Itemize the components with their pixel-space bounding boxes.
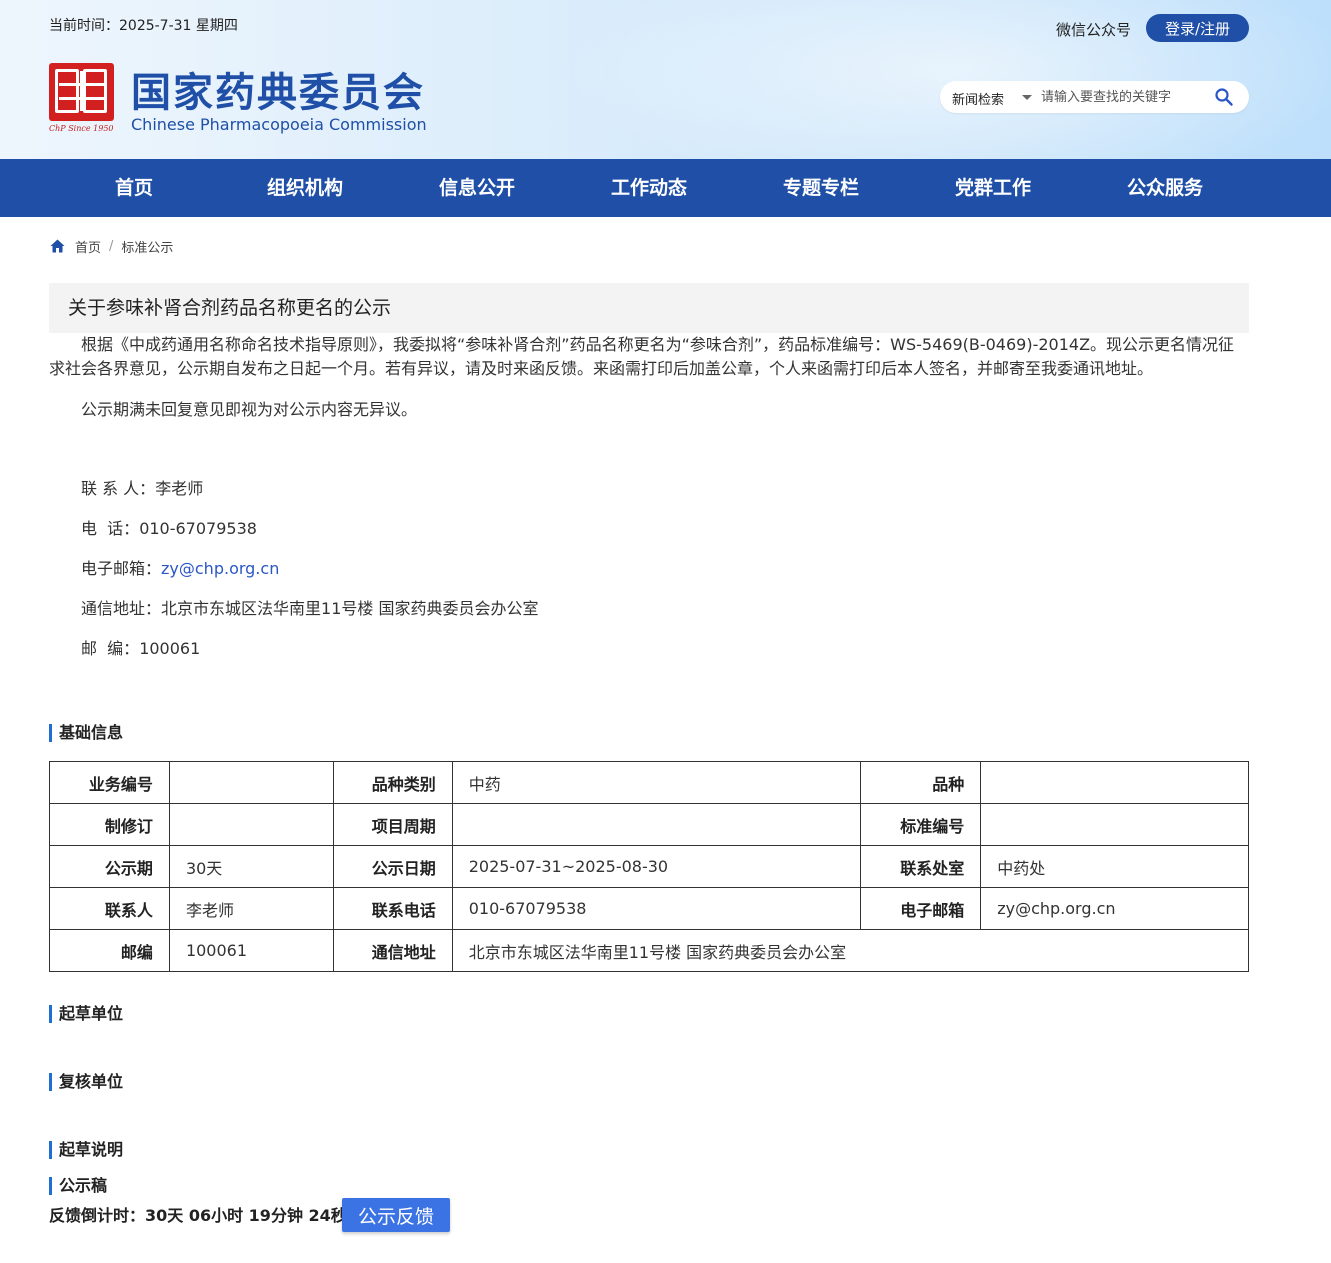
table-value: 010-67079538	[451, 887, 862, 930]
table-value: 100061	[168, 929, 334, 972]
search-input[interactable]	[1041, 88, 1201, 106]
table-label: 制修订	[49, 803, 170, 846]
contact-phone-value: 010-67079538	[139, 519, 257, 538]
table-value: 中药处	[980, 845, 1249, 888]
table-label: 联系电话	[332, 887, 453, 930]
nav-item-information[interactable]: 信息公开	[439, 159, 515, 217]
public-feedback-button[interactable]: 公示反馈	[342, 1198, 450, 1232]
contact-person-line: 联 系 人：李老师	[81, 477, 203, 501]
table-label: 品种类别	[332, 761, 453, 804]
section-review-unit: 复核单位	[49, 1073, 123, 1091]
article-paragraph: 根据《中成药通用名称命名技术指导原则》，我委拟将“参味补肾合剂”药品名称更名为“…	[49, 335, 1235, 378]
table-row: 业务编号 品种类别 中药 品种	[49, 761, 1249, 804]
table-row: 邮编 100061 通信地址 北京市东城区法华南里11号楼 国家药典委员会办公室	[49, 929, 1250, 972]
table-value	[168, 761, 334, 804]
logo-title[interactable]: 国家药典委员会	[131, 60, 425, 118]
contact-phone-line: 电 话：010-67079538	[81, 517, 257, 541]
table-value: 2025-07-31~2025-08-30	[451, 845, 862, 888]
page-title: 关于参味补肾合剂药品名称更名的公示	[49, 283, 1249, 333]
table-label: 标准编号	[860, 803, 982, 846]
article-paragraph: 公示期满未回复意见即视为对公示内容无异议。	[81, 400, 418, 419]
nav-item-home[interactable]: 首页	[115, 159, 153, 217]
section-drafting-notes: 起草说明	[49, 1141, 123, 1159]
site-header: 当前时间：2025-7-31 星期四 微信公众号 登录/注册 ChP Since…	[0, 0, 1331, 159]
section-public-draft: 公示稿	[49, 1177, 107, 1195]
search-icon[interactable]	[1214, 87, 1234, 107]
section-drafting-unit: 起草单位	[49, 1005, 123, 1023]
contact-email-line: 电子邮箱：zy@chp.org.cn	[81, 557, 279, 581]
breadcrumb-separator: /	[109, 238, 114, 254]
table-value: 李老师	[168, 887, 334, 930]
breadcrumb-home[interactable]: 首页	[75, 237, 101, 256]
logo-seal-icon[interactable]	[49, 63, 114, 121]
table-label: 电子邮箱	[860, 887, 982, 930]
table-label: 通信地址	[332, 929, 453, 972]
table-value: 中药	[451, 761, 862, 804]
search-category-select[interactable]: 新闻检索	[952, 89, 1004, 108]
info-table: 业务编号 品种类别 中药 品种 制修订 项目周期 标准编号 公示期 30天 公示…	[49, 761, 1250, 972]
table-value	[168, 803, 334, 846]
nav-item-public-service[interactable]: 公众服务	[1127, 159, 1203, 217]
table-row: 联系人 李老师 联系电话 010-67079538 电子邮箱 zy@chp.or…	[49, 887, 1249, 930]
contact-address-value: 北京市东城区法华南里11号楼 国家药典委员会办公室	[161, 599, 539, 618]
nav-item-work-news[interactable]: 工作动态	[611, 159, 687, 217]
wechat-link[interactable]: 微信公众号	[1056, 19, 1131, 40]
seal-stroke	[83, 69, 107, 113]
table-row: 制修订 项目周期 标准编号	[49, 803, 1249, 846]
table-value: 30天	[168, 845, 334, 888]
contact-phone-label: 电 话：	[81, 519, 140, 538]
contact-zip-line: 邮 编：100061	[81, 637, 200, 661]
home-icon[interactable]	[50, 239, 65, 253]
table-label: 品种	[860, 761, 982, 804]
table-label: 邮编	[49, 929, 170, 972]
contact-address-line: 通信地址：北京市东城区法华南里11号楼 国家药典委员会办公室	[81, 597, 538, 621]
current-date: 当前时间：2025-7-31 星期四	[49, 18, 238, 34]
breadcrumb-current[interactable]: 标准公示	[121, 237, 173, 256]
section-basic-info: 基础信息	[49, 724, 123, 742]
main-nav: 首页 组织机构 信息公开 工作动态 专题专栏 党群工作 公众服务	[0, 159, 1331, 217]
logo-subtitle: Chinese Pharmacopoeia Commission	[131, 115, 427, 134]
contact-address-label: 通信地址：	[81, 599, 162, 618]
table-label: 项目周期	[332, 803, 453, 846]
table-label: 公示日期	[332, 845, 453, 888]
contact-person-value: 李老师	[155, 479, 204, 498]
chevron-down-icon[interactable]	[1022, 95, 1032, 100]
table-label: 联系人	[49, 887, 170, 930]
contact-email-link[interactable]: zy@chp.org.cn	[161, 559, 279, 578]
table-value: zy@chp.org.cn	[980, 887, 1249, 930]
table-value	[980, 803, 1249, 846]
table-label: 联系处室	[860, 845, 982, 888]
nav-item-organization[interactable]: 组织机构	[267, 159, 343, 217]
table-value	[451, 803, 862, 846]
contact-zip-value: 100061	[139, 639, 201, 658]
contact-email-label: 电子邮箱：	[81, 559, 162, 578]
table-label: 公示期	[49, 845, 170, 888]
logo-since: ChP Since 1950	[49, 124, 114, 133]
table-value	[980, 761, 1249, 804]
seal-stroke	[80, 71, 83, 111]
contact-zip-label: 邮 编：	[81, 639, 140, 658]
nav-item-special-topics[interactable]: 专题专栏	[783, 159, 859, 217]
table-label: 业务编号	[49, 761, 170, 804]
contact-person-label: 联 系 人：	[81, 479, 156, 498]
feedback-countdown: 反馈倒计时：30天 06小时 19分钟 24秒	[49, 1206, 347, 1225]
seal-stroke	[55, 69, 79, 113]
search-box: 新闻检索	[940, 81, 1249, 113]
table-row: 公示期 30天 公示日期 2025-07-31~2025-08-30 联系处室 …	[49, 845, 1249, 888]
breadcrumb: 首页 / 标准公示	[50, 237, 173, 256]
login-register-button[interactable]: 登录/注册	[1146, 14, 1249, 42]
nav-item-party-work[interactable]: 党群工作	[955, 159, 1031, 217]
table-value: 北京市东城区法华南里11号楼 国家药典委员会办公室	[451, 929, 1250, 972]
